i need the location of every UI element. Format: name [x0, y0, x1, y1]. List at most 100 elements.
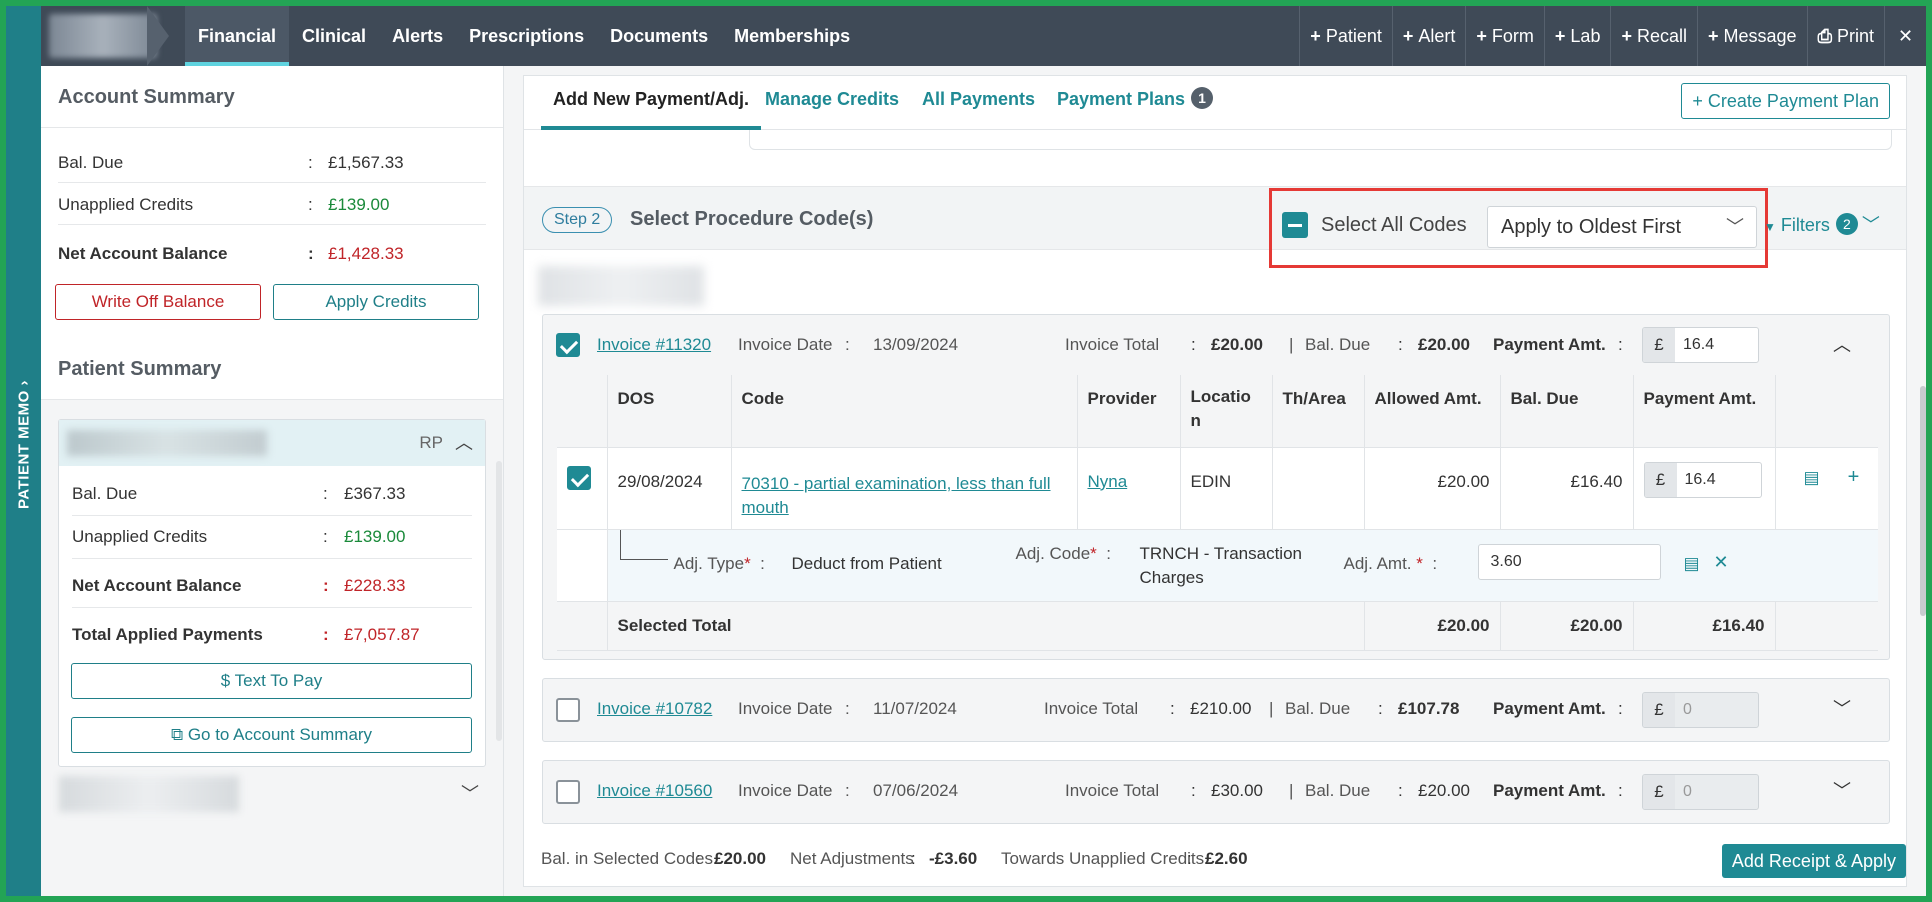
main-scrollbar[interactable]: [1920, 386, 1926, 616]
invoice-payment-input[interactable]: £16.4: [1642, 327, 1759, 363]
table-row: 29/08/2024 70310 - partial examination, …: [557, 447, 1878, 530]
plus-icon: +: [1554, 26, 1566, 46]
invoice-link[interactable]: Invoice #10560: [597, 761, 712, 821]
app-window: PATIENT MEMO › Financial Clinical Alerts…: [6, 6, 1926, 896]
create-payment-plan-button[interactable]: + Create Payment Plan: [1681, 83, 1890, 119]
patient-card-header[interactable]: RP ︿: [59, 420, 485, 466]
invoice-header: Invoice #10782 Invoice Date : 11/07/2024…: [543, 679, 1889, 739]
line-payment-input[interactable]: £16.4: [1643, 461, 1762, 498]
redacted-label: [538, 266, 704, 306]
tab-payment-plans[interactable]: Payment Plans 1: [1057, 76, 1214, 130]
tab-documents[interactable]: Documents: [597, 6, 721, 66]
print-button[interactable]: ⎙ Print: [1806, 6, 1884, 66]
pat-unapplied-row: Unapplied Credits: £139.00: [72, 515, 472, 559]
payment-tabs: Add New Payment/Adj. Manage Credits All …: [524, 76, 1906, 130]
tab-manage-credits[interactable]: Manage Credits: [765, 76, 899, 130]
go-to-account-summary-button[interactable]: ⧉ Go to Account Summary: [71, 717, 472, 753]
invoice-checkbox[interactable]: [556, 333, 580, 357]
table-header: DOS Code Provider Locatio n Th/Area Allo…: [557, 375, 1878, 448]
invoice-payment-input[interactable]: £0: [1642, 692, 1759, 728]
adj-amount-input[interactable]: 3.60: [1477, 543, 1661, 580]
apply-credits-button[interactable]: Apply Credits: [273, 284, 479, 320]
patient-card: RP ︿ Bal. Due: £367.33 Unapplied Credits:…: [58, 419, 486, 767]
invoice-date: 07/06/2024: [873, 781, 959, 800]
total-allowed: £20.00: [1364, 601, 1501, 651]
invoice-payment-input[interactable]: £0: [1642, 774, 1759, 810]
provider-link[interactable]: Nyna: [1088, 472, 1128, 491]
patient-name-redacted: [67, 430, 267, 456]
write-off-balance-button[interactable]: Write Off Balance: [55, 284, 261, 320]
chevron-up-icon[interactable]: ︿: [1833, 315, 1851, 375]
tab-memberships[interactable]: Memberships: [721, 6, 863, 66]
patient-initials: RP: [419, 433, 443, 452]
acct-net-row: Net Account Balance: £1,428.33: [58, 234, 486, 274]
external-link-icon: ⧉: [170, 725, 184, 744]
invoice-header: Invoice #10560 Invoice Date : 07/06/2024…: [543, 761, 1889, 821]
plus-icon: +: [1708, 26, 1719, 46]
tab-financial[interactable]: Financial: [185, 6, 290, 66]
select-all-label: Select All Codes: [1321, 214, 1467, 236]
add-lab-button[interactable]: + Lab: [1543, 6, 1611, 66]
invoice-checkbox[interactable]: [556, 780, 580, 804]
text-to-pay-button[interactable]: $ Text To Pay: [71, 663, 472, 699]
chevron-down-icon: ﹀: [1726, 217, 1744, 237]
add-recall-button[interactable]: + Recall: [1610, 6, 1697, 66]
chevron-down-icon[interactable]: ﹀: [1833, 679, 1851, 739]
patient-summary-title: Patient Summary: [41, 338, 503, 400]
tab-clinical[interactable]: Clinical: [289, 6, 379, 66]
add-alert-button[interactable]: + Alert: [1391, 6, 1466, 66]
step-badge: Step 2: [542, 207, 613, 233]
select-all-checkbox[interactable]: [1282, 212, 1308, 238]
step-title: Select Procedure Code(s): [630, 208, 874, 230]
procedure-code-link[interactable]: 70310 - partial examination, less than f…: [742, 474, 1051, 517]
chevron-down-icon[interactable]: ﹀: [461, 780, 479, 806]
add-receipt-apply-button[interactable]: Add Receipt & Apply: [1721, 844, 1906, 878]
adj-type: Deduct from Patient: [791, 553, 942, 573]
invoice-total: £210.00: [1190, 699, 1252, 718]
left-scrollbar[interactable]: [496, 461, 502, 741]
filters-button[interactable]: ▼ Filters 2 ﹀: [1764, 206, 1880, 246]
invoice-link[interactable]: Invoice #10782: [597, 679, 712, 739]
invoice-card: Invoice #10782 Invoice Date : 11/07/2024…: [542, 678, 1890, 742]
payment-footer: Bal. in Selected Codes : £20.00 Net Adju…: [524, 832, 1906, 886]
breadcrumb-arrow: [147, 6, 169, 66]
pat-bal-due-row: Bal. Due: £367.33: [72, 472, 472, 516]
tab-all-payments[interactable]: All Payments: [922, 76, 1035, 130]
invoice-bal-due: £20.00: [1418, 335, 1470, 354]
tab-add-new-payment[interactable]: Add New Payment/Adj.: [541, 76, 762, 130]
tab-prescriptions[interactable]: Prescriptions: [456, 6, 597, 66]
add-form-button[interactable]: + Form: [1465, 6, 1544, 66]
selected-total-row: Selected Total £20.00 £20.00 £16.40: [557, 601, 1878, 651]
left-panel: Account Summary Bal. Due: £1,567.33 Unapp…: [41, 66, 504, 896]
line-allowed: £20.00: [1364, 447, 1501, 530]
main-area: Add New Payment/Adj. Manage Credits All …: [504, 66, 1926, 896]
chevron-up-icon[interactable]: ︿: [455, 420, 473, 466]
close-icon[interactable]: ✕: [1714, 552, 1729, 573]
invoice-link[interactable]: Invoice #11320: [597, 315, 711, 375]
add-patient-button[interactable]: + Patient: [1299, 6, 1392, 66]
footer-net-adjustments: -£3.60: [929, 849, 978, 868]
procedure-lines-table: DOS Code Provider Locatio n Th/Area Allo…: [557, 375, 1878, 651]
plus-icon: +: [1402, 26, 1414, 46]
invoice-checkbox[interactable]: [556, 698, 580, 722]
line-dos: 29/08/2024: [607, 447, 732, 530]
document-icon[interactable]: ▤: [1804, 468, 1820, 487]
line-checkbox[interactable]: [567, 465, 591, 490]
filters-count: 2: [1835, 213, 1858, 235]
chevron-down-icon: ﹀: [1861, 215, 1880, 235]
patient-memo-sidebar[interactable]: PATIENT MEMO ›: [6, 6, 41, 896]
chevron-down-icon[interactable]: ﹀: [1833, 761, 1851, 821]
pat-net-row: Net Account Balance: £228.33: [72, 564, 472, 608]
apply-order-dropdown[interactable]: Apply to Oldest First ﹀: [1487, 206, 1757, 248]
patient-name-redacted: [49, 14, 157, 58]
close-icon[interactable]: ✕: [1884, 6, 1926, 66]
plus-icon[interactable]: +: [1848, 466, 1860, 488]
plus-icon: +: [1310, 26, 1321, 46]
account-summary-title: Account Summary: [41, 66, 503, 128]
redacted-item: [59, 776, 239, 812]
tab-alerts[interactable]: Alerts: [379, 6, 456, 66]
pat-applied-row: Total Applied Payments: £7,057.87: [72, 625, 420, 644]
add-message-button[interactable]: + Message: [1697, 6, 1807, 66]
invoice-card: Invoice #11320 Invoice Date : 13/09/2024…: [542, 314, 1890, 660]
document-icon[interactable]: ▤: [1684, 554, 1700, 574]
